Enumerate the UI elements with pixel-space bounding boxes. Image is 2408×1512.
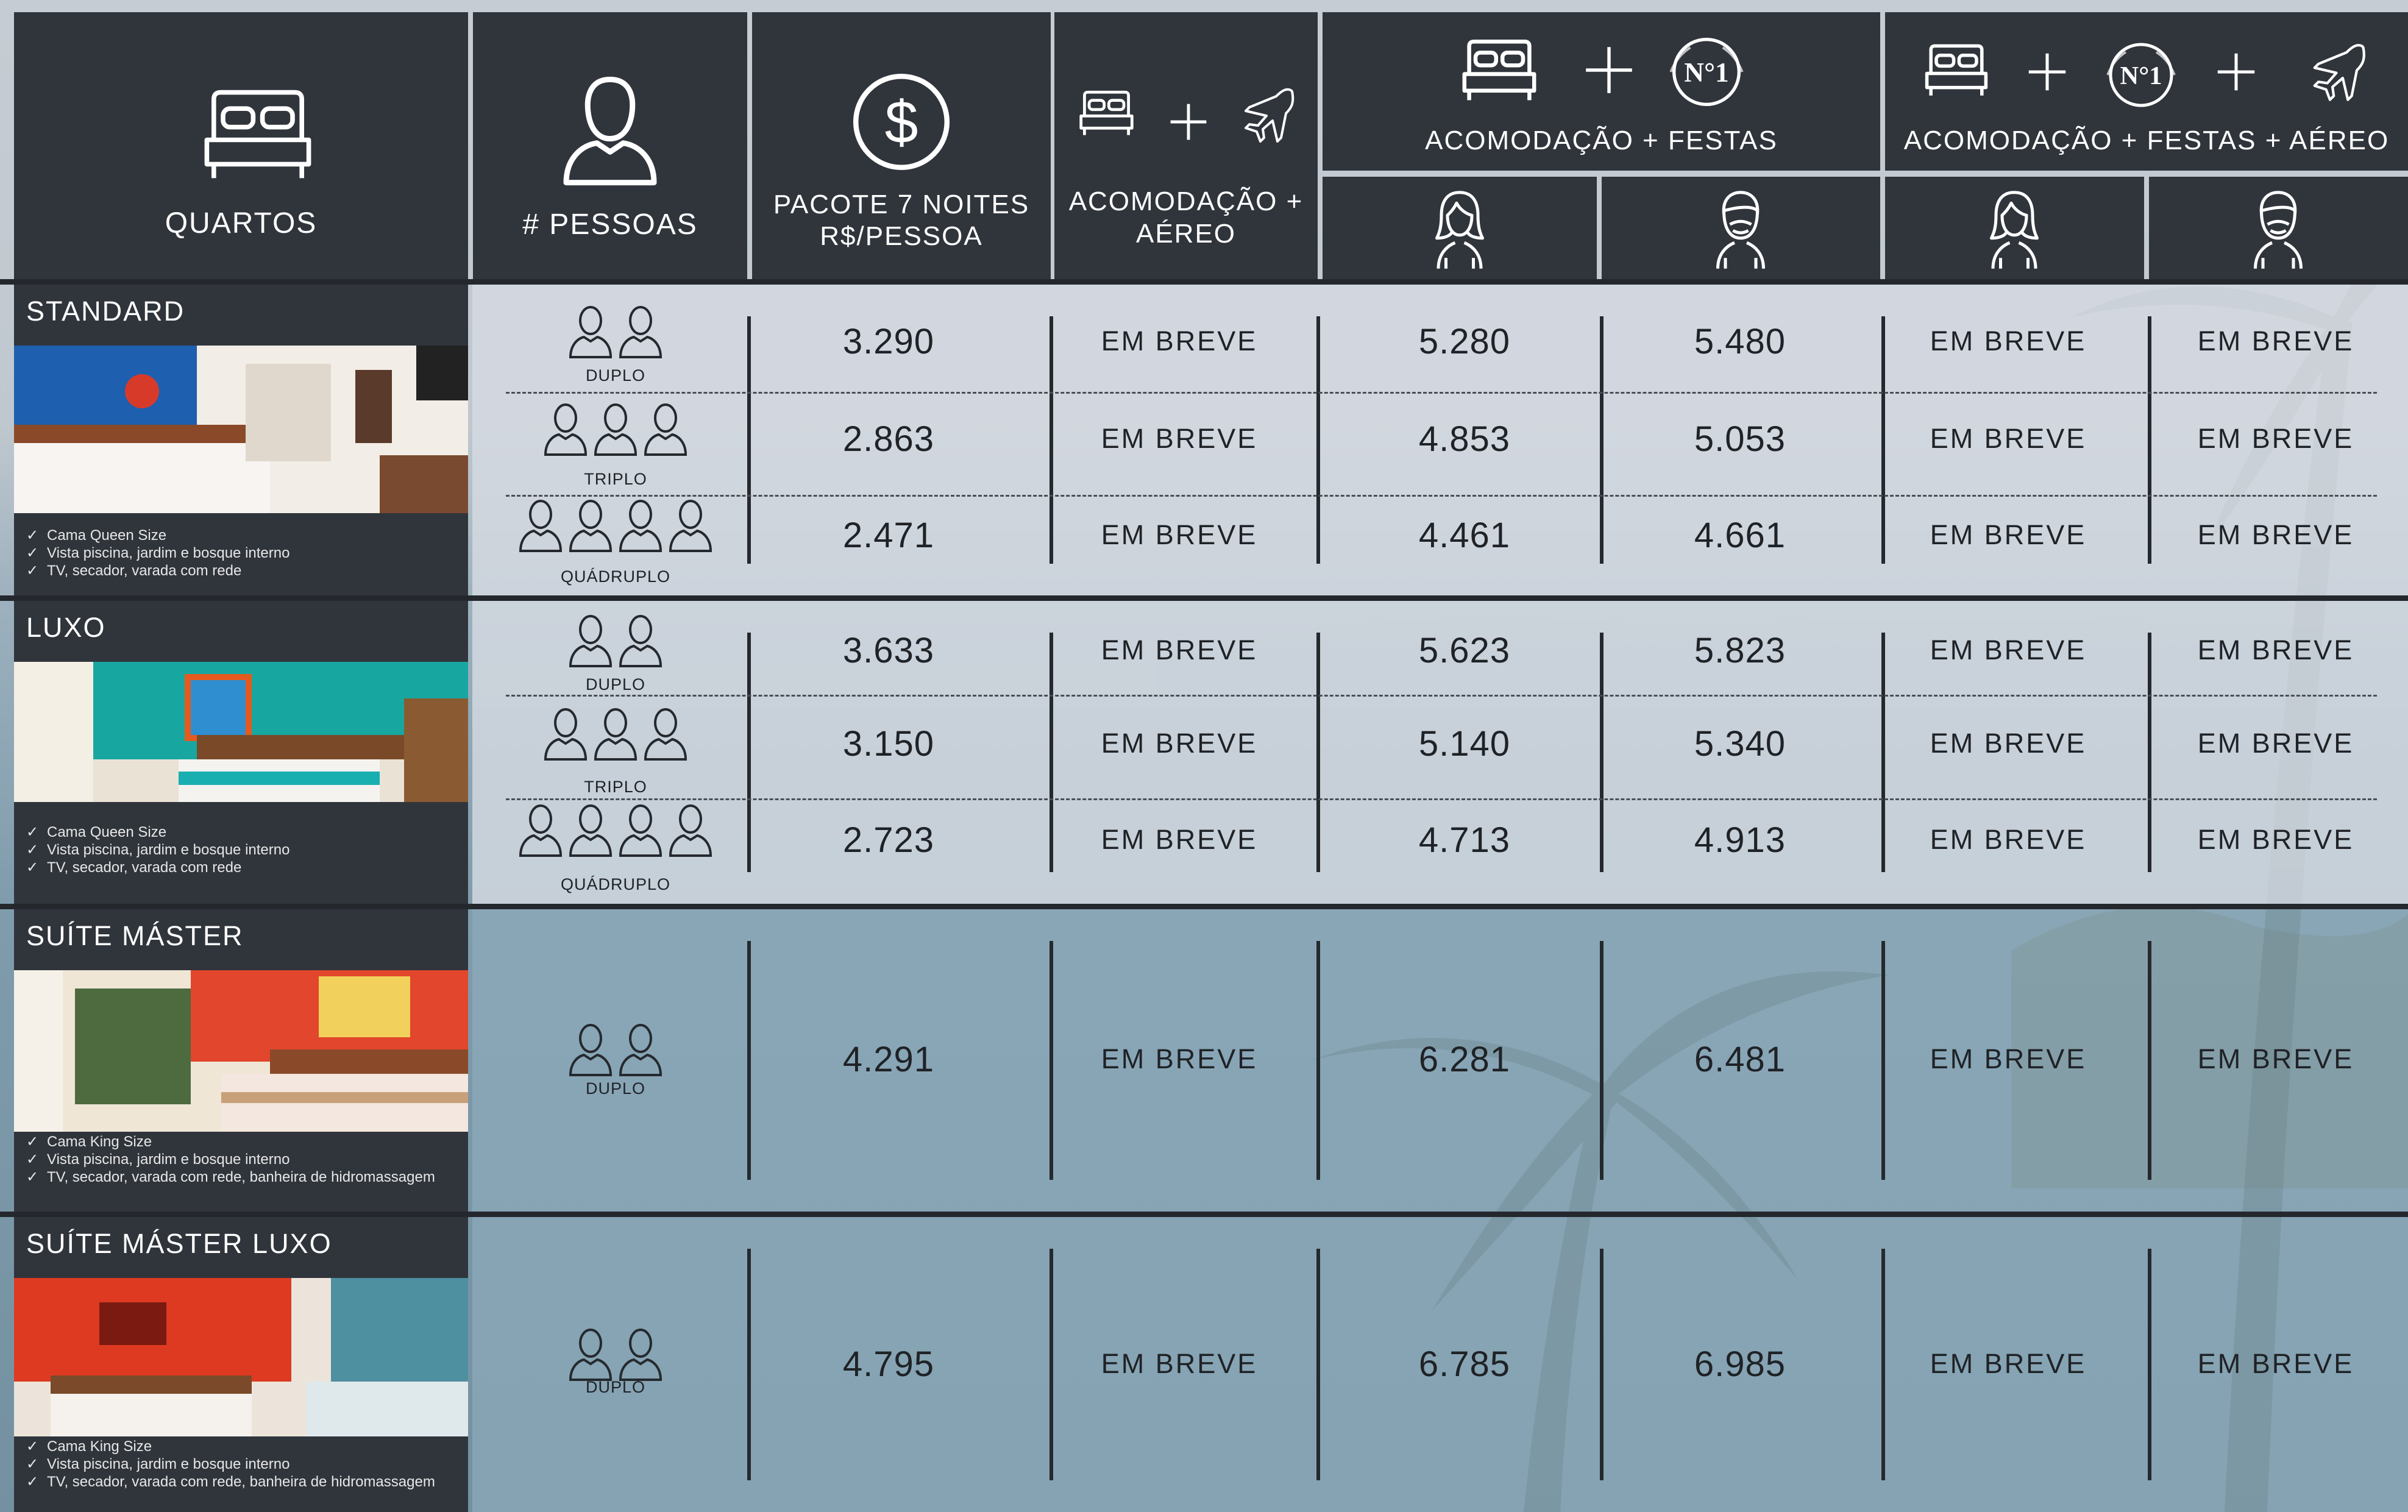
feature-item: TV, secador, varada com rede (26, 859, 289, 876)
price-parties-air-male: EM BREVE (2197, 1043, 2354, 1074)
occupancy-label: DUPLO (585, 675, 646, 694)
feature-item: Vista piscina, jardim e bosque interno (26, 841, 289, 859)
woman-icon (1990, 191, 2039, 269)
header-parties-air-male (2149, 177, 2408, 279)
plane-icon (2313, 44, 2365, 101)
price-parties-air-male: EM BREVE (2197, 824, 2354, 855)
feature-item: Cama Queen Size (26, 823, 289, 841)
feature-item: Cama Queen Size (26, 527, 289, 544)
feature-item: Cama King Size (26, 1133, 435, 1151)
room-photo (14, 662, 468, 802)
group-divider (0, 595, 2408, 601)
plus-icon (2028, 53, 2066, 91)
occupancy-label: QUÁDRUPLO (560, 567, 671, 586)
price-parties-air-male: EM BREVE (2197, 325, 2354, 357)
price-parties-air-male: EM BREVE (2197, 519, 2354, 550)
bed-icon (1925, 44, 1988, 96)
price-parties-air-male: EM BREVE (2197, 1348, 2354, 1379)
svg-text:N°1: N°1 (1684, 57, 1729, 88)
logo-badge: N°1 (1669, 38, 1744, 106)
feature-item: Cama King Size (26, 1438, 435, 1455)
svg-text:$: $ (885, 88, 918, 155)
room-suite-master-luxo: SUÍTE MÁSTER LUXO Cama King Size Vista p… (14, 1217, 468, 1512)
header-acc-air: ACOMODAÇÃO + AÉREO (1054, 12, 1318, 279)
row-divider (506, 495, 2377, 497)
room-luxo: LUXO Cama Queen Size Vista piscina, jard… (14, 601, 468, 904)
header-acc-parties-air: N°1 ACOMODAÇÃO + FESTAS + AÉREO (1885, 12, 2408, 171)
occupancy-people-icon (544, 708, 687, 761)
room-title: SUÍTE MÁSTER (26, 920, 244, 951)
header-rooms-label: QUARTOS (165, 207, 318, 240)
group-divider (0, 1212, 2408, 1217)
feature-item: TV, secador, varada com rede (26, 562, 289, 580)
svg-text:N°1: N°1 (2120, 62, 2162, 90)
header-people-label: # PESSOAS (522, 208, 698, 241)
occupancy-label: TRIPLO (584, 778, 647, 796)
bed-icon (204, 90, 311, 179)
room-features: Cama Queen Size Vista piscina, jardim e … (26, 527, 289, 580)
room-features: Cama King Size Vista piscina, jardim e b… (26, 1133, 435, 1186)
header-package-line1: PACOTE 7 NOITES (773, 190, 1030, 219)
occupancy-people-icon (519, 500, 712, 552)
feature-item: Vista piscina, jardim e bosque interno (26, 1151, 435, 1168)
occupancy-label: DUPLO (585, 1378, 646, 1396)
row-divider (506, 798, 2377, 800)
header-package-line2: R$/PESSOA (820, 221, 983, 251)
occupancy-label: TRIPLO (584, 470, 647, 488)
header-package: $ PACOTE 7 NOITES R$/PESSOA (752, 12, 1051, 279)
bed-icon (1079, 90, 1134, 135)
row-divider (506, 392, 2377, 394)
plus-icon (1170, 104, 1207, 140)
room-standard: STANDARD Cama Queen Size Vista piscina, … (14, 285, 468, 595)
header-divider (0, 279, 2408, 285)
feature-item: Vista piscina, jardim e bosque interno (26, 1455, 435, 1473)
header-acc-air-line2: AÉREO (1135, 219, 1237, 249)
room-title: STANDARD (26, 296, 185, 327)
header-acc-air-line1: ACOMODAÇÃO + (1068, 186, 1304, 216)
plus-icon (1586, 47, 1632, 93)
feature-item: TV, secador, varada com rede, banheira d… (26, 1473, 435, 1491)
bed-icon (1462, 39, 1536, 101)
header-acc-parties-air-label: ACOMODAÇÃO + FESTAS + AÉREO (1903, 126, 2390, 155)
header-people: # PESSOAS (473, 12, 747, 279)
header-parties-male (1602, 177, 1880, 279)
occupancy-people-icon (569, 306, 662, 358)
header-parties-female (1323, 177, 1597, 279)
man-icon (2254, 191, 2303, 269)
group-divider (0, 904, 2408, 909)
occupancy-people-icon (569, 1024, 662, 1076)
row-divider (506, 695, 2377, 697)
occupancy-label: QUÁDRUPLO (560, 875, 671, 893)
room-photo (14, 1278, 468, 1436)
header-rooms: QUARTOS (14, 12, 468, 279)
woman-icon (1435, 191, 1484, 269)
occupancy-label: DUPLO (585, 366, 646, 385)
price-parties-air-male: EM BREVE (2197, 423, 2354, 454)
occupancy-label: DUPLO (585, 1079, 646, 1098)
price-parties-air-male: EM BREVE (2197, 634, 2354, 665)
price-parties-air-male: EM BREVE (2197, 728, 2354, 759)
person-icon (563, 76, 657, 186)
room-title: LUXO (26, 612, 106, 643)
room-photo (14, 346, 468, 513)
occupancy-people-icon (569, 1329, 662, 1381)
room-suite-master: SUÍTE MÁSTER Cama King Size Vista piscin… (14, 909, 468, 1212)
occupancy-people-icon (519, 804, 712, 857)
header-acc-parties-label: ACOMODAÇÃO + FESTAS (1425, 126, 1778, 155)
room-title: SUÍTE MÁSTER LUXO (26, 1228, 332, 1259)
occupancy-people-icon (544, 403, 687, 456)
man-icon (1716, 191, 1765, 269)
plus-icon (2217, 53, 2255, 91)
dollar-icon: $ (853, 73, 950, 171)
logo-badge: N°1 (2106, 43, 2176, 107)
room-features: Cama King Size Vista piscina, jardim e b… (26, 1438, 435, 1491)
header-acc-parties: N°1 ACOMODAÇÃO + FESTAS (1323, 12, 1880, 171)
occupancy-people-icon (569, 615, 662, 667)
room-features: Cama Queen Size Vista piscina, jardim e … (26, 823, 289, 876)
room-photo (14, 970, 468, 1132)
plane-icon (1245, 88, 1295, 143)
feature-item: TV, secador, varada com rede, banheira d… (26, 1168, 435, 1186)
header-parties-air-female (1885, 177, 2144, 279)
feature-item: Vista piscina, jardim e bosque interno (26, 544, 289, 562)
